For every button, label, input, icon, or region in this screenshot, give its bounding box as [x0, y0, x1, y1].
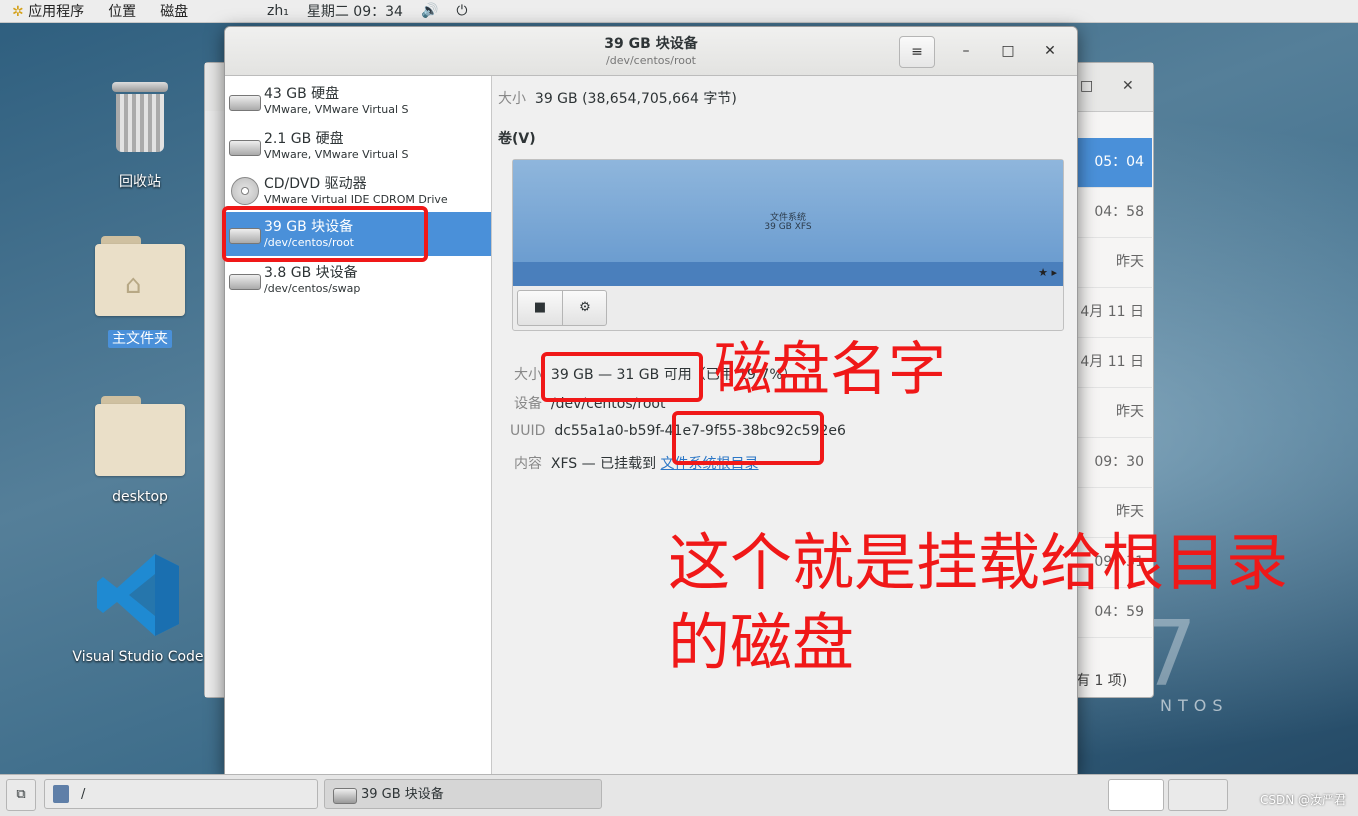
desktop-icon-label: 回收站 — [119, 174, 161, 190]
device-item-2gb[interactable]: 2.1 GB 硬盘 VMware, VMware Virtual S — [225, 124, 491, 168]
blockdevice-icon — [229, 268, 261, 290]
list-item[interactable]: 09：30 — [1076, 438, 1152, 488]
bg-maximize-button[interactable]: □ — [1080, 78, 1093, 94]
maximize-button[interactable]: □ — [991, 36, 1025, 66]
folder-icon — [95, 396, 185, 476]
prop-key: 内容 — [514, 456, 542, 472]
device-item-43gb[interactable]: 43 GB 硬盘 VMware, VMware Virtual S — [225, 79, 491, 123]
bottom-taskbar: ⧉ / 39 GB 块设备 CSDN @汝严君 — [0, 774, 1358, 816]
taskbar-item-label: / — [81, 787, 86, 802]
device-sub: VMware, VMware Virtual S — [264, 103, 409, 116]
device-name: CD/DVD 驱动器 — [264, 176, 367, 192]
stop-button[interactable]: ■ — [518, 291, 562, 325]
close-button[interactable]: ✕ — [1033, 36, 1067, 66]
annotation-mount-line1: 这个就是挂载给根目录 — [668, 526, 1289, 599]
star-icon: ★ ▸ — [1038, 266, 1057, 279]
size-line: 大小 39 GB (38,654,705,664 字节) — [498, 88, 737, 108]
vscode-icon — [93, 550, 183, 640]
cdrom-icon — [229, 177, 259, 205]
top-bar: ✲ 应用程序 位置 磁盘 zh₁ 星期二 09：34 🔊 ⏻ — [0, 0, 1358, 23]
input-method-indicator[interactable]: zh₁ — [267, 3, 289, 19]
bg-close-button[interactable]: ✕ — [1122, 78, 1134, 94]
watermark: CSDN @汝严君 — [1259, 793, 1346, 807]
annotation-box-mount — [672, 411, 824, 465]
device-list: 43 GB 硬盘 VMware, VMware Virtual S 2.1 GB… — [225, 76, 492, 775]
taskbar-files-item[interactable]: / — [44, 779, 318, 809]
taskbar-item-label: 39 GB 块设备 — [361, 787, 444, 802]
device-sub: VMware, VMware Virtual S — [264, 148, 409, 161]
partition-size: 39 GB XFS — [764, 222, 812, 232]
volumes-label: 卷(V) — [498, 131, 536, 147]
power-icon[interactable]: ⏻ — [456, 3, 467, 19]
list-item[interactable]: 4月 11 日 — [1076, 288, 1152, 338]
list-item[interactable]: 05：04 — [1076, 138, 1152, 188]
volume-buttons: ■ ⚙ — [517, 290, 607, 326]
list-item[interactable]: 04：58 — [1076, 188, 1152, 238]
prop-key: 大小 — [514, 367, 542, 383]
annotation-disk-name: 磁盘名字 — [714, 335, 947, 403]
bg-footer: 有 1 项) — [1076, 673, 1128, 689]
filesystem-partition[interactable]: 文件系统 39 GB XFS — [513, 160, 1063, 264]
volume-map: 文件系统 39 GB XFS ★ ▸ ■ ⚙ — [512, 159, 1064, 331]
file-manager-icon — [53, 785, 69, 803]
prop-key: 设备 — [514, 396, 542, 412]
harddisk-icon — [229, 89, 261, 111]
device-name: 3.8 GB 块设备 — [264, 265, 358, 281]
annotation-box-name — [541, 352, 703, 402]
size-value: 39 GB (38,654,705,664 字节) — [534, 91, 737, 107]
trash-icon — [110, 82, 170, 152]
centos-logo-text: NTOS — [1160, 696, 1229, 715]
desktop-icon-label: 主文件夹 — [108, 330, 172, 348]
disks-app-icon — [333, 788, 357, 804]
desktop-icon-label: desktop — [112, 489, 168, 505]
clock[interactable]: 星期二 09：34 — [307, 1, 403, 21]
gear-icon[interactable]: ⚙ — [562, 291, 607, 325]
prop-value: XFS — 已挂载到 — [550, 456, 657, 472]
prop-key: UUID — [510, 423, 546, 439]
desktop-icon-vscode[interactable]: Visual Studio Code — [68, 550, 208, 666]
applications-menu[interactable]: ✲ 应用程序 — [0, 1, 96, 21]
device-item-swap[interactable]: 3.8 GB 块设备 /dev/centos/swap — [225, 258, 491, 302]
device-name: 43 GB 硬盘 — [264, 86, 340, 102]
desktop-icon-label: Visual Studio Code — [72, 649, 204, 665]
workspace-1[interactable] — [1108, 779, 1164, 811]
window-titlebar[interactable]: 39 GB 块设备 /dev/centos/root ≡ – □ ✕ — [225, 27, 1077, 76]
workspace-switcher-icon[interactable]: ⧉ — [6, 779, 36, 811]
taskbar-disks-item[interactable]: 39 GB 块设备 — [324, 779, 602, 809]
annotation-mount-line2: 的磁盘 — [668, 606, 855, 679]
home-folder-icon: ⌂ — [95, 236, 185, 316]
places-menu[interactable]: 位置 — [96, 1, 148, 21]
annotation-box-device — [222, 206, 428, 262]
gnome-foot-icon: ✲ — [12, 4, 24, 20]
harddisk-icon — [229, 134, 261, 156]
minimize-button[interactable]: – — [949, 36, 983, 66]
list-item[interactable]: 昨天 — [1076, 388, 1152, 438]
desktop-icon-home[interactable]: ⌂ 主文件夹 — [90, 236, 190, 348]
desktop-icon-trash[interactable]: 回收站 — [92, 82, 188, 192]
workspace-2[interactable] — [1168, 779, 1228, 811]
device-sub: /dev/centos/swap — [264, 282, 361, 295]
volume-icon[interactable]: 🔊 — [421, 3, 438, 19]
device-sub: VMware Virtual IDE CDROM Drive — [264, 193, 448, 206]
size-label: 大小 — [498, 91, 526, 107]
list-item[interactable]: 4月 11 日 — [1076, 338, 1152, 388]
desktop-icon-desktop[interactable]: desktop — [90, 396, 190, 506]
device-name: 2.1 GB 硬盘 — [264, 131, 344, 147]
list-item[interactable]: 昨天 — [1076, 238, 1152, 288]
partition-strip: ★ ▸ — [513, 262, 1063, 286]
hamburger-menu-button[interactable]: ≡ — [899, 36, 935, 68]
disks-app-menu[interactable]: 磁盘 — [148, 1, 200, 21]
